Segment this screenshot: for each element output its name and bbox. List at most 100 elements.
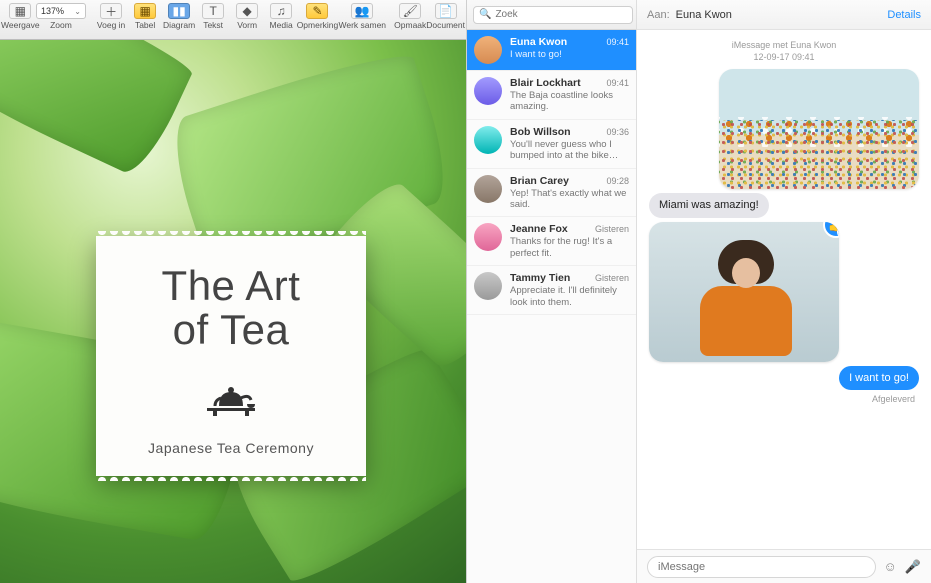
conversation-item[interactable]: Blair Lockhart 09:41 The Baja coastline lo… (467, 71, 636, 120)
emoji-button[interactable]: ☺ (884, 559, 897, 574)
conversation-name: Tammy Tien (510, 272, 570, 284)
chart-label: Diagram (163, 20, 195, 30)
table-button[interactable]: ▦ Tabel (130, 2, 160, 31)
title-card[interactable]: The Art of Tea Japanese Tea Ceremony (96, 236, 366, 476)
avatar (474, 175, 502, 203)
conversation-time: 09:28 (606, 176, 629, 186)
table-icon: ▦ (134, 3, 156, 19)
avatar (474, 36, 502, 64)
text-icon: T (202, 3, 224, 19)
conversation-text: Jeanne FoxGisterenThanks for the rug! It… (510, 223, 629, 259)
message-row: I want to go! (649, 366, 919, 390)
shape-icon: ◆ (236, 3, 258, 19)
chat-timestamp-header: iMessage met Euna Kwon 12-09-17 09:41 (649, 34, 919, 65)
search-icon: 🔍 (479, 9, 491, 20)
conversation-item[interactable]: Bob Willson 09:36 You'll never guess who I… (467, 120, 636, 169)
shape-button[interactable]: ◆ Vorm (232, 2, 262, 31)
delivery-status: Afgeleverd (649, 394, 915, 404)
chat-input-bar: ☺ 🎤 (637, 549, 931, 583)
conversation-item[interactable]: Euna Kwon 09:41 I want to go! (467, 30, 636, 71)
avatar (474, 272, 502, 300)
conversation-item[interactable]: Jeanne FoxGisterenThanks for the rug! It… (467, 217, 636, 266)
chat-header: Aan: Euna Kwon Details (637, 0, 931, 30)
conversation-text: Euna Kwon 09:41 I want to go! (510, 36, 629, 64)
image-attachment-person[interactable]: 👍 (649, 222, 839, 362)
editor-toolbar: ▦ Weergave 137% ⌄ Zoom ＋ Voeg in ▦ Tabel… (0, 0, 466, 40)
incoming-message-bubble[interactable]: Miami was amazing! (649, 193, 769, 217)
conversation-text: Brian Carey09:28Yep! That's exactly what… (510, 175, 629, 211)
search-input[interactable] (495, 9, 627, 20)
title-line-2: of Tea (173, 306, 290, 353)
messages-window: 🔍 ✎ Euna Kwon09:41I want to go!Blair Loc… (467, 0, 931, 583)
message-input[interactable] (658, 557, 865, 577)
format-button[interactable]: 🖌 Opmaak (395, 2, 425, 31)
conversation-item[interactable]: Brian Carey09:28Yep! That's exactly what… (467, 169, 636, 218)
conversation-name: Bob Willson (510, 126, 571, 138)
conversation-preview: You'll never guess who I bumped into at … (510, 139, 629, 162)
insert-button[interactable]: ＋ Voeg in (96, 2, 126, 31)
microphone-button[interactable]: 🎤 (905, 559, 921, 575)
chat-meta-line2: 12-09-17 09:41 (649, 52, 919, 64)
chart-button[interactable]: ▮▮ Diagram (164, 2, 194, 31)
media-button[interactable]: ♫ Media (266, 2, 296, 31)
collaborate-label: Werk samen (338, 20, 386, 30)
tapback-thumbs-up-icon[interactable]: 👍 (823, 222, 839, 238)
conversation-preview: I want to go! (510, 49, 629, 60)
title-line-1: The Art (162, 262, 301, 309)
comment-button[interactable]: ✎ Opmerking (300, 2, 335, 31)
conversation-time: 09:41 (606, 78, 629, 88)
conversation-item[interactable]: Tammy TienGisterenAppreciate it. I'll de… (467, 266, 636, 315)
document-button[interactable]: 📄 Document (429, 2, 462, 31)
text-button[interactable]: T Tekst (198, 2, 228, 31)
shape-label: Vorm (237, 20, 257, 30)
document-subtitle: Japanese Tea Ceremony (114, 440, 348, 456)
plus-icon: ＋ (100, 3, 122, 19)
comment-label: Opmerking (297, 20, 339, 30)
details-button[interactable]: Details (887, 9, 921, 21)
teapot-icon (201, 378, 261, 418)
collaborate-icon: 👥 (351, 3, 373, 19)
avatar (474, 223, 502, 251)
conversation-name: Blair Lockhart (510, 77, 581, 89)
conversation-preview: Appreciate it. I'll definitely look into… (510, 285, 629, 308)
conversation-text: Tammy TienGisterenAppreciate it. I'll de… (510, 272, 629, 308)
conversation-time: 09:41 (606, 37, 629, 47)
chat-meta-line1: iMessage met Euna Kwon (649, 40, 919, 52)
view-label: Weergave (1, 20, 40, 30)
conversation-name: Euna Kwon (510, 36, 567, 48)
zoom-control[interactable]: 137% ⌄ Zoom (41, 2, 82, 31)
document-icon: 📄 (435, 3, 457, 19)
collaborate-button[interactable]: 👥 Werk samen (343, 2, 382, 31)
conversation-text: Blair Lockhart 09:41 The Baja coastline lo… (510, 77, 629, 113)
document-title: The Art of Tea (114, 264, 348, 352)
message-row: 👍 (649, 222, 919, 362)
conversation-time: Gisteren (595, 224, 629, 234)
comment-icon: ✎ (306, 3, 328, 19)
image-attachment-beach[interactable] (719, 69, 919, 189)
document-canvas[interactable]: The Art of Tea Japanese Tea Ceremony (0, 40, 466, 583)
conversation-time: 09:36 (606, 127, 629, 137)
conversation-preview: The Baja coastline looks amazing. (510, 90, 629, 113)
message-input-wrapper[interactable] (647, 556, 876, 578)
media-icon: ♫ (270, 3, 292, 19)
pages-editor-window: ▦ Weergave 137% ⌄ Zoom ＋ Voeg in ▦ Tabel… (0, 0, 467, 583)
view-icon: ▦ (9, 3, 31, 19)
search-input-wrapper[interactable]: 🔍 (473, 6, 633, 24)
format-icon: 🖌 (399, 3, 421, 19)
outgoing-message-bubble[interactable]: I want to go! (839, 366, 919, 390)
message-row: Miami was amazing! (649, 193, 919, 217)
recipient-name[interactable]: Euna Kwon (676, 9, 732, 21)
zoom-value-box[interactable]: 137% ⌄ (36, 3, 86, 19)
zoom-value: 137% (41, 6, 64, 16)
view-button[interactable]: ▦ Weergave (4, 2, 37, 31)
media-label: Media (270, 20, 293, 30)
chat-body[interactable]: iMessage met Euna Kwon 12-09-17 09:41 Mi… (637, 30, 931, 549)
avatar (474, 77, 502, 105)
chat-pane: Aan: Euna Kwon Details iMessage met Euna… (637, 0, 931, 583)
format-label: Opmaak (394, 20, 426, 30)
conversation-text: Bob Willson 09:36 You'll never guess who I… (510, 126, 629, 162)
conversation-list: 🔍 ✎ Euna Kwon09:41I want to go!Blair Loc… (467, 0, 637, 583)
chart-icon: ▮▮ (168, 3, 190, 19)
table-label: Tabel (135, 20, 155, 30)
to-label: Aan: (647, 9, 670, 21)
